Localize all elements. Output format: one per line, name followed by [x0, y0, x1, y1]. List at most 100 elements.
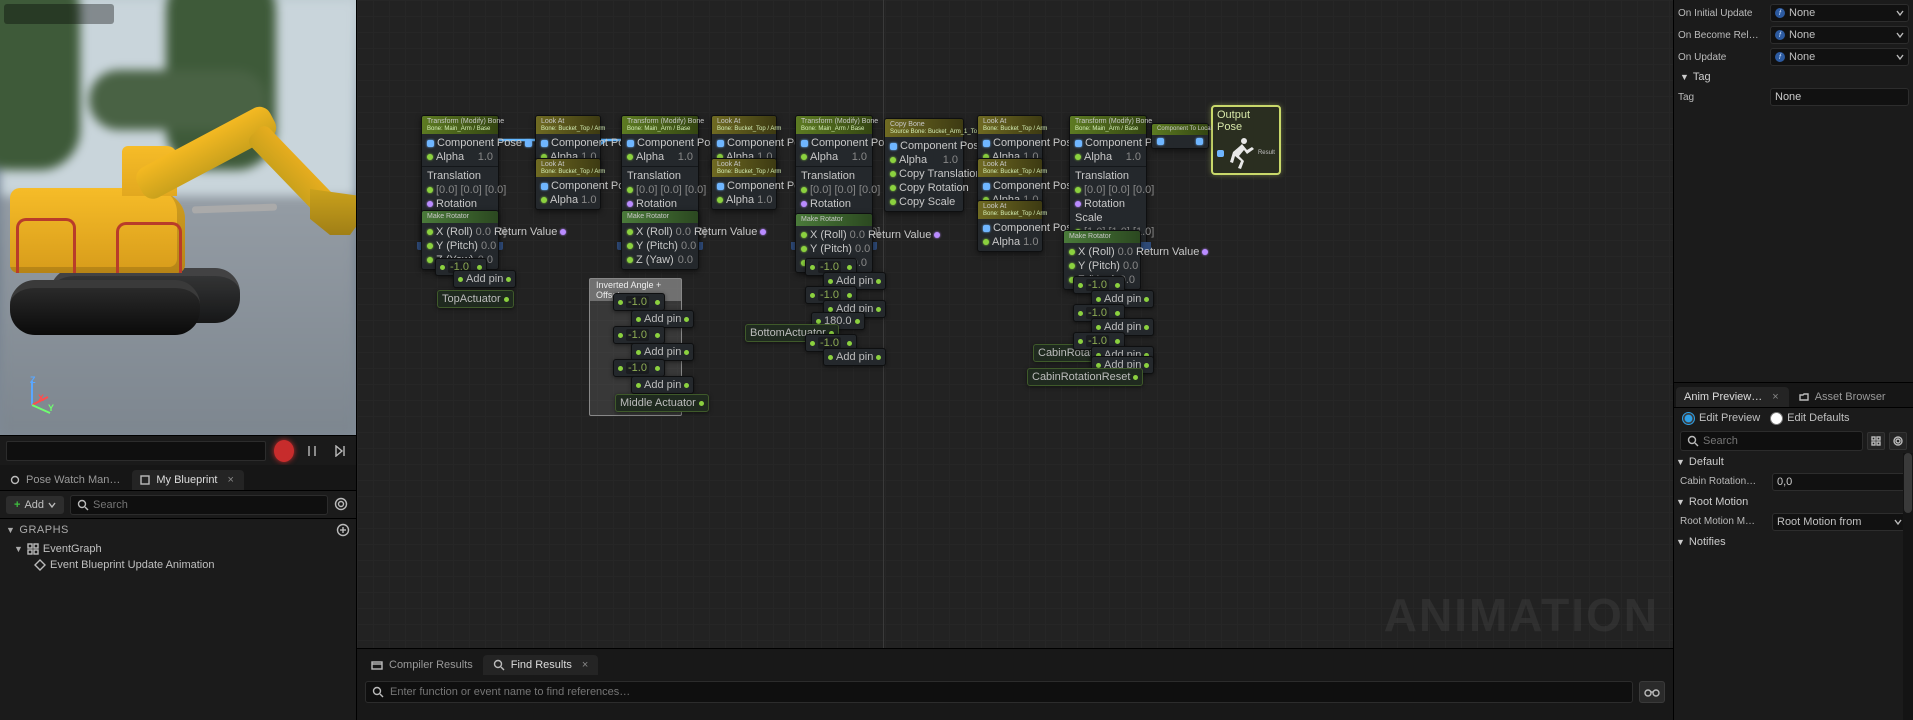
- prop-cabin-rotation: Cabin Rotation… 0,0: [1674, 471, 1913, 493]
- details-panel: On Initial Update f None On Become Rel… …: [1674, 0, 1913, 114]
- cabin-rotation-field[interactable]: 0,0: [1772, 473, 1907, 491]
- node-component-to-local[interactable]: Component To Local: [1151, 123, 1209, 149]
- node-mini-add-pin[interactable]: Add pin: [453, 270, 516, 288]
- preview-properties: ▼ Default Cabin Rotation… 0,0 ▼ Root Mot…: [1674, 453, 1913, 720]
- event-icon: [34, 559, 46, 571]
- combo-on-become-relevant[interactable]: f None: [1770, 26, 1909, 44]
- gear-icon[interactable]: [334, 497, 350, 513]
- left-panel-tabs: Pose Watch Man… My Blueprint ×: [0, 465, 356, 491]
- node-look-at[interactable]: Look AtBone: Bucket_Top / Arm Component …: [977, 200, 1043, 252]
- anim-graph-canvas[interactable]: ANIMATION Inverted Angle + Offset Output…: [357, 0, 1673, 648]
- close-icon[interactable]: ×: [582, 659, 588, 671]
- radio-edit-defaults[interactable]: Edit Defaults: [1770, 412, 1849, 425]
- settings-button[interactable]: [1889, 432, 1907, 450]
- section-default[interactable]: ▼ Default: [1674, 453, 1913, 471]
- graph-icon: [27, 543, 39, 555]
- tree-event-graph[interactable]: ▼ EventGraph: [0, 541, 356, 557]
- preview-mode-radios: Edit Preview Edit Defaults: [1674, 408, 1913, 429]
- tag-value-field[interactable]: None: [1770, 88, 1909, 106]
- axis-z-label: Z: [30, 375, 36, 385]
- compiler-icon: [371, 659, 383, 671]
- node-copy-bone[interactable]: Copy BoneSource Bone: Bucket_Arm_1_Top C…: [884, 118, 964, 212]
- radio-input-edit-preview[interactable]: [1682, 412, 1695, 425]
- node-mini-add-pin[interactable]: Add pin: [823, 348, 886, 366]
- tab-anim-preview[interactable]: Anim Preview… ×: [1676, 387, 1789, 407]
- preview-search-input[interactable]: [1703, 435, 1856, 447]
- node-mini-[interactable]: -1.0: [613, 359, 665, 377]
- search-icon: [372, 686, 384, 698]
- section-label: GRAPHS: [19, 524, 68, 536]
- chevron-down-icon: [1894, 518, 1902, 526]
- section-tag[interactable]: ▼ Tag: [1678, 68, 1909, 86]
- prop-on-update: On Update f None: [1678, 46, 1909, 68]
- results-tabs: Compiler Results Find Results ×: [357, 649, 1673, 675]
- close-icon[interactable]: ×: [228, 474, 234, 486]
- tab-label: Asset Browser: [1815, 391, 1886, 403]
- tab-pose-watch-manager[interactable]: Pose Watch Man…: [2, 470, 130, 490]
- node-mini-add-pin[interactable]: Add pin: [631, 376, 694, 394]
- timeline-scrubber[interactable]: [6, 441, 266, 461]
- combo-on-update[interactable]: f None: [1770, 48, 1909, 66]
- node-var-cabinrotationreset[interactable]: CabinRotationReset: [1027, 368, 1143, 386]
- grid-view-button[interactable]: [1867, 432, 1885, 450]
- preview-search[interactable]: [1680, 431, 1863, 451]
- disclosure-icon: ▼: [1676, 497, 1685, 507]
- node-make-rotator[interactable]: Make Rotator X (Roll)0.0Return Value Y (…: [621, 210, 699, 270]
- function-icon: f: [1775, 52, 1785, 62]
- add-graph-button[interactable]: [336, 523, 350, 537]
- chevron-down-icon: [1896, 31, 1904, 39]
- tab-label: Compiler Results: [389, 659, 473, 671]
- tab-compiler-results[interactable]: Compiler Results: [361, 655, 483, 675]
- find-results-search[interactable]: [365, 681, 1633, 703]
- node-mini-[interactable]: -1.0: [613, 293, 665, 311]
- tree-event-bp-update-animation[interactable]: Event Blueprint Update Animation: [0, 557, 356, 573]
- disclosure-icon: ▼: [14, 544, 23, 554]
- node-mini-[interactable]: -1.0: [613, 326, 665, 344]
- search-icon: [1687, 435, 1699, 447]
- preview-viewport[interactable]: Z X Y: [0, 0, 356, 435]
- find-input[interactable]: [390, 686, 1626, 698]
- axis-y-label: Y: [48, 403, 54, 413]
- function-icon: f: [1775, 8, 1785, 18]
- node-look-at[interactable]: Look AtBone: Bucket_Top / Arm Component …: [535, 158, 601, 210]
- section-graphs[interactable]: ▼ GRAPHS: [0, 519, 356, 541]
- close-icon[interactable]: ×: [1772, 391, 1778, 403]
- chevron-down-icon: [1896, 53, 1904, 61]
- tab-my-blueprint[interactable]: My Blueprint ×: [132, 470, 244, 490]
- disclosure-icon: ▼: [6, 525, 15, 535]
- tree-label: EventGraph: [43, 543, 102, 555]
- node-var-topactuator[interactable]: TopActuator: [437, 290, 514, 308]
- add-button[interactable]: + Add: [6, 496, 64, 514]
- section-notifies[interactable]: ▼ Notifies: [1674, 533, 1913, 551]
- pose-pin-in[interactable]: [1217, 150, 1224, 157]
- node-look-at[interactable]: Look AtBone: Bucket_Top / Arm Component …: [711, 158, 777, 210]
- tab-label: Find Results: [511, 659, 572, 671]
- folder-icon: [1799, 392, 1809, 402]
- node-output-pose[interactable]: Output Pose Result: [1211, 105, 1281, 175]
- tree-label: Event Blueprint Update Animation: [50, 559, 215, 571]
- tab-asset-browser[interactable]: Asset Browser: [1791, 387, 1896, 407]
- tab-label: Anim Preview…: [1684, 391, 1762, 403]
- plus-icon: +: [14, 499, 20, 511]
- section-root-motion[interactable]: ▼ Root Motion: [1674, 493, 1913, 511]
- disclosure-icon: ▼: [1676, 537, 1685, 547]
- step-forward-button[interactable]: [330, 441, 350, 461]
- scrollbar-thumb[interactable]: [1904, 453, 1912, 513]
- find-in-all-button[interactable]: [1639, 681, 1665, 703]
- running-man-icon: [1225, 136, 1257, 170]
- record-button[interactable]: [274, 441, 294, 461]
- center-bottom-panel: Compiler Results Find Results ×: [357, 648, 1673, 720]
- axis-gizmo: Z X Y: [22, 379, 56, 413]
- combo-root-motion-mode[interactable]: Root Motion from: [1772, 513, 1907, 531]
- tab-find-results[interactable]: Find Results ×: [483, 655, 599, 675]
- pause-button[interactable]: [302, 441, 322, 461]
- combo-on-initial-update[interactable]: f None: [1770, 4, 1909, 22]
- radio-edit-preview[interactable]: Edit Preview: [1682, 412, 1760, 425]
- node-var-middle-actuator[interactable]: Middle Actuator: [615, 394, 709, 412]
- chevron-down-icon: [48, 501, 56, 509]
- my-blueprint-search[interactable]: [70, 495, 328, 515]
- search-input[interactable]: [93, 499, 321, 511]
- viewport-options-button[interactable]: [4, 4, 114, 24]
- radio-input-edit-defaults[interactable]: [1770, 412, 1783, 425]
- node-transform-bone[interactable]: Transform (Modify) BoneBone: Main_Arm / …: [1069, 115, 1147, 248]
